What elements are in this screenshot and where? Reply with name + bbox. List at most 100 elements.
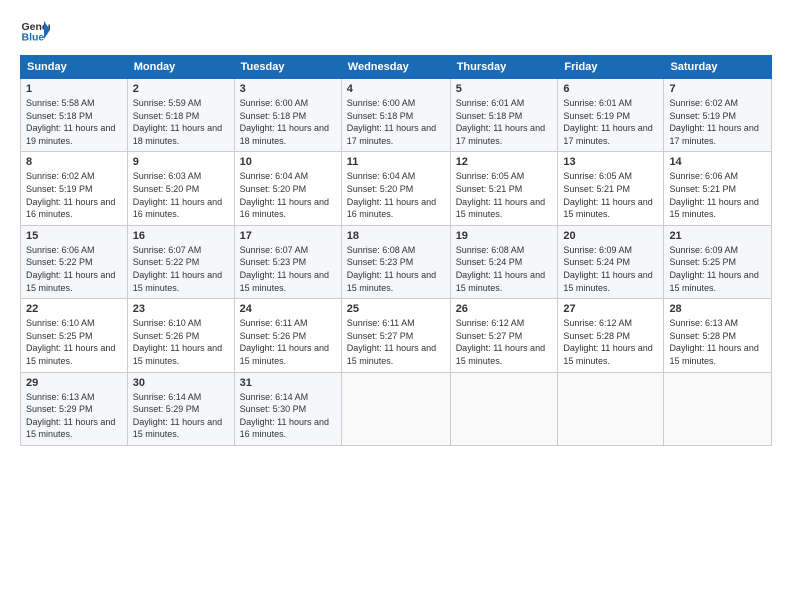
day-number: 16 bbox=[133, 230, 229, 242]
day-info: Sunrise: 6:10 AM Sunset: 5:25 PM Dayligh… bbox=[26, 317, 122, 367]
day-info: Sunrise: 6:07 AM Sunset: 5:22 PM Dayligh… bbox=[133, 244, 229, 294]
day-number: 11 bbox=[347, 156, 445, 168]
day-number: 14 bbox=[669, 156, 766, 168]
calendar-week-row: 29 Sunrise: 6:13 AM Sunset: 5:29 PM Dayl… bbox=[21, 372, 772, 445]
day-of-week-header: Tuesday bbox=[234, 56, 341, 79]
day-info: Sunrise: 6:13 AM Sunset: 5:29 PM Dayligh… bbox=[26, 391, 122, 441]
calendar-cell: 30 Sunrise: 6:14 AM Sunset: 5:29 PM Dayl… bbox=[127, 372, 234, 445]
calendar-cell bbox=[558, 372, 664, 445]
calendar-cell: 1 Sunrise: 5:58 AM Sunset: 5:18 PM Dayli… bbox=[21, 79, 128, 152]
day-number: 20 bbox=[563, 230, 658, 242]
day-number: 25 bbox=[347, 303, 445, 315]
calendar-cell: 13 Sunrise: 6:05 AM Sunset: 5:21 PM Dayl… bbox=[558, 152, 664, 225]
day-info: Sunrise: 6:05 AM Sunset: 5:21 PM Dayligh… bbox=[563, 170, 658, 220]
day-info: Sunrise: 6:09 AM Sunset: 5:25 PM Dayligh… bbox=[669, 244, 766, 294]
day-number: 5 bbox=[456, 83, 553, 95]
day-info: Sunrise: 6:02 AM Sunset: 5:19 PM Dayligh… bbox=[26, 170, 122, 220]
day-info: Sunrise: 6:14 AM Sunset: 5:29 PM Dayligh… bbox=[133, 391, 229, 441]
day-info: Sunrise: 5:58 AM Sunset: 5:18 PM Dayligh… bbox=[26, 97, 122, 147]
calendar-cell: 18 Sunrise: 6:08 AM Sunset: 5:23 PM Dayl… bbox=[341, 225, 450, 298]
calendar-cell bbox=[341, 372, 450, 445]
header: General Blue bbox=[20, 15, 772, 45]
day-number: 15 bbox=[26, 230, 122, 242]
calendar-cell: 9 Sunrise: 6:03 AM Sunset: 5:20 PM Dayli… bbox=[127, 152, 234, 225]
day-info: Sunrise: 6:09 AM Sunset: 5:24 PM Dayligh… bbox=[563, 244, 658, 294]
day-info: Sunrise: 6:12 AM Sunset: 5:28 PM Dayligh… bbox=[563, 317, 658, 367]
day-info: Sunrise: 6:02 AM Sunset: 5:19 PM Dayligh… bbox=[669, 97, 766, 147]
day-number: 27 bbox=[563, 303, 658, 315]
day-of-week-header: Friday bbox=[558, 56, 664, 79]
logo-icon: General Blue bbox=[20, 15, 50, 45]
day-number: 3 bbox=[240, 83, 336, 95]
day-number: 12 bbox=[456, 156, 553, 168]
day-number: 18 bbox=[347, 230, 445, 242]
day-info: Sunrise: 6:01 AM Sunset: 5:18 PM Dayligh… bbox=[456, 97, 553, 147]
calendar-cell: 16 Sunrise: 6:07 AM Sunset: 5:22 PM Dayl… bbox=[127, 225, 234, 298]
day-number: 22 bbox=[26, 303, 122, 315]
calendar-cell: 26 Sunrise: 6:12 AM Sunset: 5:27 PM Dayl… bbox=[450, 299, 558, 372]
calendar-cell: 31 Sunrise: 6:14 AM Sunset: 5:30 PM Dayl… bbox=[234, 372, 341, 445]
day-number: 23 bbox=[133, 303, 229, 315]
day-of-week-header: Wednesday bbox=[341, 56, 450, 79]
day-info: Sunrise: 6:10 AM Sunset: 5:26 PM Dayligh… bbox=[133, 317, 229, 367]
day-number: 31 bbox=[240, 377, 336, 389]
day-info: Sunrise: 6:03 AM Sunset: 5:20 PM Dayligh… bbox=[133, 170, 229, 220]
svg-text:Blue: Blue bbox=[22, 32, 45, 44]
day-info: Sunrise: 6:00 AM Sunset: 5:18 PM Dayligh… bbox=[240, 97, 336, 147]
day-number: 17 bbox=[240, 230, 336, 242]
day-info: Sunrise: 6:11 AM Sunset: 5:27 PM Dayligh… bbox=[347, 317, 445, 367]
day-number: 24 bbox=[240, 303, 336, 315]
calendar-table: SundayMondayTuesdayWednesdayThursdayFrid… bbox=[20, 55, 772, 446]
calendar-cell: 2 Sunrise: 5:59 AM Sunset: 5:18 PM Dayli… bbox=[127, 79, 234, 152]
day-info: Sunrise: 6:14 AM Sunset: 5:30 PM Dayligh… bbox=[240, 391, 336, 441]
day-number: 10 bbox=[240, 156, 336, 168]
calendar-cell: 12 Sunrise: 6:05 AM Sunset: 5:21 PM Dayl… bbox=[450, 152, 558, 225]
day-number: 21 bbox=[669, 230, 766, 242]
day-info: Sunrise: 6:04 AM Sunset: 5:20 PM Dayligh… bbox=[347, 170, 445, 220]
calendar-cell: 22 Sunrise: 6:10 AM Sunset: 5:25 PM Dayl… bbox=[21, 299, 128, 372]
day-info: Sunrise: 6:12 AM Sunset: 5:27 PM Dayligh… bbox=[456, 317, 553, 367]
page: General Blue SundayMondayTuesdayWednesda… bbox=[0, 0, 792, 612]
day-info: Sunrise: 6:06 AM Sunset: 5:21 PM Dayligh… bbox=[669, 170, 766, 220]
day-of-week-header: Monday bbox=[127, 56, 234, 79]
calendar-cell bbox=[664, 372, 772, 445]
day-info: Sunrise: 6:00 AM Sunset: 5:18 PM Dayligh… bbox=[347, 97, 445, 147]
calendar-cell: 23 Sunrise: 6:10 AM Sunset: 5:26 PM Dayl… bbox=[127, 299, 234, 372]
day-info: Sunrise: 6:01 AM Sunset: 5:19 PM Dayligh… bbox=[563, 97, 658, 147]
calendar-cell: 19 Sunrise: 6:08 AM Sunset: 5:24 PM Dayl… bbox=[450, 225, 558, 298]
calendar-cell: 5 Sunrise: 6:01 AM Sunset: 5:18 PM Dayli… bbox=[450, 79, 558, 152]
calendar-week-row: 1 Sunrise: 5:58 AM Sunset: 5:18 PM Dayli… bbox=[21, 79, 772, 152]
calendar-cell bbox=[450, 372, 558, 445]
calendar-cell: 7 Sunrise: 6:02 AM Sunset: 5:19 PM Dayli… bbox=[664, 79, 772, 152]
calendar-cell: 14 Sunrise: 6:06 AM Sunset: 5:21 PM Dayl… bbox=[664, 152, 772, 225]
calendar-cell: 6 Sunrise: 6:01 AM Sunset: 5:19 PM Dayli… bbox=[558, 79, 664, 152]
calendar-cell: 10 Sunrise: 6:04 AM Sunset: 5:20 PM Dayl… bbox=[234, 152, 341, 225]
calendar-cell: 11 Sunrise: 6:04 AM Sunset: 5:20 PM Dayl… bbox=[341, 152, 450, 225]
day-info: Sunrise: 6:05 AM Sunset: 5:21 PM Dayligh… bbox=[456, 170, 553, 220]
day-number: 8 bbox=[26, 156, 122, 168]
calendar-cell: 28 Sunrise: 6:13 AM Sunset: 5:28 PM Dayl… bbox=[664, 299, 772, 372]
calendar-cell: 25 Sunrise: 6:11 AM Sunset: 5:27 PM Dayl… bbox=[341, 299, 450, 372]
day-info: Sunrise: 6:04 AM Sunset: 5:20 PM Dayligh… bbox=[240, 170, 336, 220]
day-number: 30 bbox=[133, 377, 229, 389]
calendar-cell: 27 Sunrise: 6:12 AM Sunset: 5:28 PM Dayl… bbox=[558, 299, 664, 372]
calendar-cell: 8 Sunrise: 6:02 AM Sunset: 5:19 PM Dayli… bbox=[21, 152, 128, 225]
day-info: Sunrise: 6:07 AM Sunset: 5:23 PM Dayligh… bbox=[240, 244, 336, 294]
calendar-cell: 20 Sunrise: 6:09 AM Sunset: 5:24 PM Dayl… bbox=[558, 225, 664, 298]
day-info: Sunrise: 6:08 AM Sunset: 5:23 PM Dayligh… bbox=[347, 244, 445, 294]
calendar-cell: 24 Sunrise: 6:11 AM Sunset: 5:26 PM Dayl… bbox=[234, 299, 341, 372]
day-info: Sunrise: 6:08 AM Sunset: 5:24 PM Dayligh… bbox=[456, 244, 553, 294]
day-number: 1 bbox=[26, 83, 122, 95]
calendar-week-row: 15 Sunrise: 6:06 AM Sunset: 5:22 PM Dayl… bbox=[21, 225, 772, 298]
day-number: 9 bbox=[133, 156, 229, 168]
day-number: 6 bbox=[563, 83, 658, 95]
calendar-cell: 17 Sunrise: 6:07 AM Sunset: 5:23 PM Dayl… bbox=[234, 225, 341, 298]
day-number: 29 bbox=[26, 377, 122, 389]
day-info: Sunrise: 6:13 AM Sunset: 5:28 PM Dayligh… bbox=[669, 317, 766, 367]
day-number: 28 bbox=[669, 303, 766, 315]
calendar-cell: 4 Sunrise: 6:00 AM Sunset: 5:18 PM Dayli… bbox=[341, 79, 450, 152]
logo: General Blue bbox=[20, 15, 50, 45]
day-of-week-header: Saturday bbox=[664, 56, 772, 79]
day-of-week-header: Sunday bbox=[21, 56, 128, 79]
calendar-cell: 21 Sunrise: 6:09 AM Sunset: 5:25 PM Dayl… bbox=[664, 225, 772, 298]
